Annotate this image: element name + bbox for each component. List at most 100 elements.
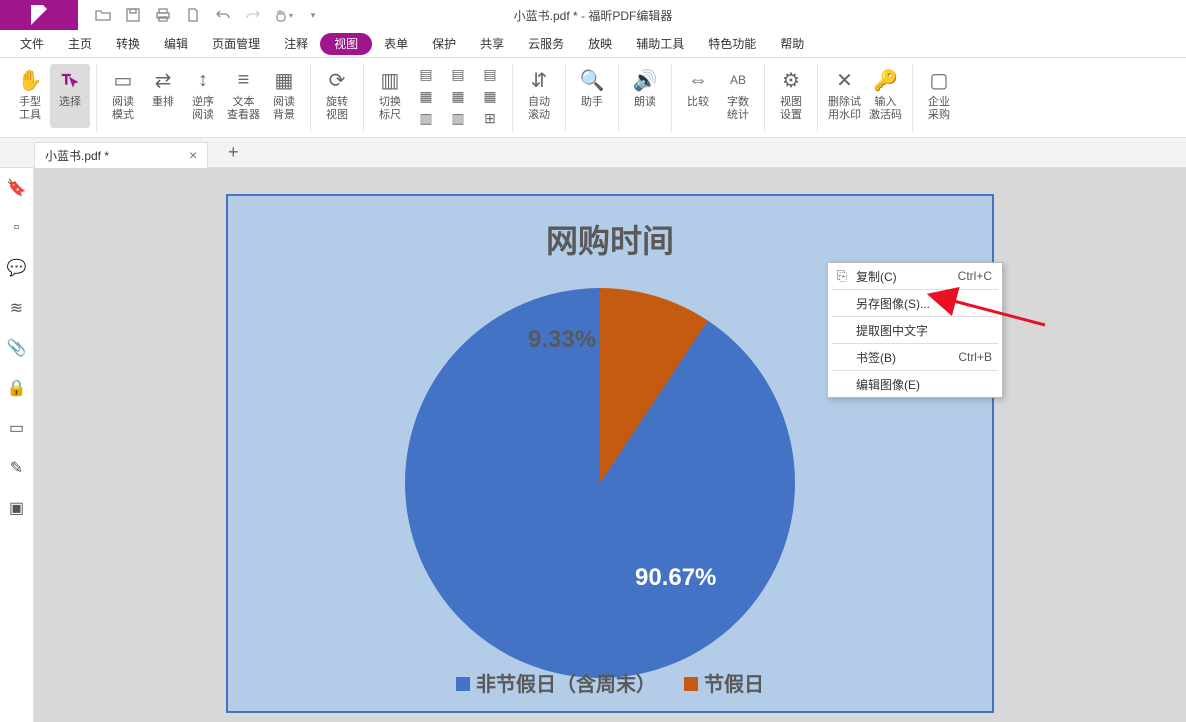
menu-slideshow[interactable]: 放映 (576, 30, 624, 58)
separator (832, 289, 998, 290)
layout1-icon[interactable]: ▤ (412, 64, 440, 84)
menu-edit[interactable]: 编辑 (152, 30, 200, 58)
layout9-icon[interactable]: ⊞ (476, 108, 504, 128)
layout5-icon[interactable]: ▦ (444, 86, 472, 106)
bookmark-panel-icon[interactable]: 🔖 (7, 178, 27, 198)
menu-protect[interactable]: 保护 (420, 30, 468, 58)
pie-label-2: 90.67% (635, 564, 716, 592)
print-icon[interactable] (150, 3, 176, 27)
rotate-view-button[interactable]: ⟳旋转 视图 (317, 64, 357, 128)
save-icon[interactable] (120, 3, 146, 27)
watermark-icon: ✕ (831, 66, 859, 94)
reverse-icon: ↕ (189, 66, 217, 94)
key-icon: 🔑 (872, 66, 900, 94)
layout2-icon[interactable]: ▦ (412, 86, 440, 106)
menu-pages[interactable]: 页面管理 (200, 30, 272, 58)
pie-chart[interactable] (405, 288, 795, 678)
layout4-icon[interactable]: ▤ (444, 64, 472, 84)
building-icon: ▢ (925, 66, 953, 94)
attachments-panel-icon[interactable]: 📎 (7, 338, 27, 358)
legend-label-1: 非节假日（含周末） (476, 674, 656, 696)
text-viewer-button[interactable]: ≡文本 查看器 (223, 64, 264, 128)
menu-file[interactable]: 文件 (8, 30, 56, 58)
reverse-read-button[interactable]: ↕逆序 阅读 (183, 64, 223, 128)
menu-convert[interactable]: 转换 (104, 30, 152, 58)
cursor-icon: T (56, 66, 84, 94)
legend-swatch-1 (456, 677, 470, 691)
reorder-button[interactable]: ⇄重排 (143, 64, 183, 128)
ctx-bookmark[interactable]: 书签(B) Ctrl+B (828, 346, 1002, 368)
new-tab-button[interactable]: + (220, 140, 246, 166)
menu-cloud[interactable]: 云服务 (516, 30, 576, 58)
open-icon[interactable] (90, 3, 116, 27)
clipboard-panel-icon[interactable]: ▣ (7, 498, 27, 518)
app-logo (0, 0, 78, 30)
layout3-icon[interactable]: ▥ (412, 108, 440, 128)
menu-comment[interactable]: 注释 (272, 30, 320, 58)
menu-help[interactable]: 帮助 (768, 30, 816, 58)
select-tool-button[interactable]: T选择 (50, 64, 90, 128)
workspace: 🔖 ▫ 💬 ≋ 📎 🔒 ▭ ✎ ▣ 网购时间 9.33% 90.67% 非节假日… (0, 168, 1186, 722)
layout6-icon[interactable]: ▥ (444, 108, 472, 128)
enterprise-button[interactable]: ▢企业 采购 (919, 64, 959, 128)
ctx-edit-image[interactable]: 编辑图像(E) (828, 373, 1002, 395)
document-canvas[interactable]: 网购时间 9.33% 90.67% 非节假日（含周末） 节假日 (34, 168, 1186, 722)
copy-icon: ⎘ (834, 268, 850, 284)
activation-button[interactable]: 🔑输入 激活码 (865, 64, 906, 128)
chart-legend: 非节假日（含周末） 节假日 (228, 668, 992, 697)
redo-icon[interactable] (240, 3, 266, 27)
quick-access-toolbar: ▾ ▾ (78, 3, 326, 27)
read-bg-button[interactable]: ▦阅读 背景 (264, 64, 304, 128)
view-settings-button[interactable]: ⚙视图 设置 (771, 64, 811, 128)
side-panel: 🔖 ▫ 💬 ≋ 📎 🔒 ▭ ✎ ▣ (0, 168, 34, 722)
hand-dropdown-icon[interactable]: ▾ (270, 3, 296, 27)
menu-home[interactable]: 主页 (56, 30, 104, 58)
layers-panel-icon[interactable]: ≋ (7, 298, 27, 318)
read-aloud-button[interactable]: 🔊朗读 (625, 64, 665, 128)
compare-icon: ⇔ (684, 66, 712, 94)
bg-icon: ▦ (270, 66, 298, 94)
compare-button[interactable]: ⇔比较 (678, 64, 718, 128)
layout7-icon[interactable]: ▤ (476, 64, 504, 84)
rotate-icon: ⟳ (323, 66, 351, 94)
abc-icon: AB (724, 66, 752, 94)
ribbon-toolbar: ✋手型 工具 T选择 ▭阅读 模式 ⇄重排 ↕逆序 阅读 ≡文本 查看器 ▦阅读… (0, 58, 1186, 138)
layout8-icon[interactable]: ▦ (476, 86, 504, 106)
menu-features[interactable]: 特色功能 (696, 30, 768, 58)
ruler-button[interactable]: ▥切换 标尺 (370, 64, 410, 128)
title-bar: ▾ ▾ 小蓝书.pdf * - 福昕PDF编辑器 (0, 0, 1186, 30)
legend-swatch-2 (684, 677, 698, 691)
legend-label-2: 节假日 (704, 674, 764, 696)
wordcount-button[interactable]: AB字数 统计 (718, 64, 758, 128)
read-mode-button[interactable]: ▭阅读 模式 (103, 64, 143, 128)
ruler-icon: ▥ (376, 66, 404, 94)
menu-accessibility[interactable]: 辅助工具 (624, 30, 696, 58)
undo-icon[interactable] (210, 3, 236, 27)
document-tab[interactable]: 小蓝书.pdf * × (34, 142, 208, 168)
autoscroll-button[interactable]: ⇵自动 滚动 (519, 64, 559, 128)
document-tab-bar: 小蓝书.pdf * × + (0, 138, 1186, 168)
menu-bar: 文件 主页 转换 编辑 页面管理 注释 视图 表单 保护 共享 云服务 放映 辅… (0, 30, 1186, 58)
security-panel-icon[interactable]: 🔒 (7, 378, 27, 398)
new-doc-icon[interactable] (180, 3, 206, 27)
fields-panel-icon[interactable]: ▭ (7, 418, 27, 438)
pages-panel-icon[interactable]: ▫ (7, 218, 27, 238)
hand-icon: ✋ (16, 66, 44, 94)
signature-panel-icon[interactable]: ✎ (7, 458, 27, 478)
del-watermark-button[interactable]: ✕删除试 用水印 (824, 64, 865, 128)
menu-share[interactable]: 共享 (468, 30, 516, 58)
menu-view[interactable]: 视图 (320, 33, 372, 55)
hand-tool-button[interactable]: ✋手型 工具 (10, 64, 50, 128)
assistant-button[interactable]: 🔍助手 (572, 64, 612, 128)
comments-panel-icon[interactable]: 💬 (7, 258, 27, 278)
menu-form[interactable]: 表单 (372, 30, 420, 58)
qat-more-icon[interactable]: ▾ (300, 3, 326, 27)
tab-label: 小蓝书.pdf * (45, 147, 109, 164)
close-tab-icon[interactable]: × (189, 147, 197, 163)
annotation-arrow (945, 295, 1055, 340)
text-icon: ≡ (230, 66, 258, 94)
book-icon: ▭ (109, 66, 137, 94)
ctx-copy[interactable]: ⎘ 复制(C) Ctrl+C (828, 265, 1002, 287)
separator (832, 343, 998, 344)
chart-title: 网购时间 (228, 216, 992, 262)
